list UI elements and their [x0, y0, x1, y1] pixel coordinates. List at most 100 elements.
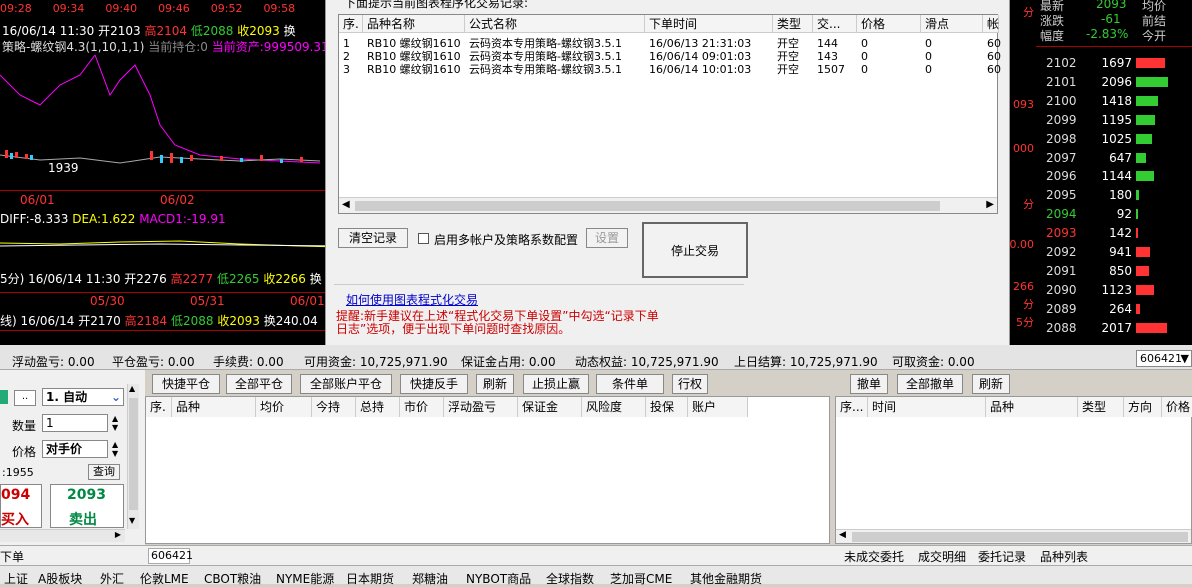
sell-button[interactable]: 2093 卖出 [50, 484, 124, 528]
market-tab[interactable]: A股板块 [38, 570, 82, 587]
tab-product-list[interactable]: 品种列表 [1040, 548, 1088, 565]
order-book-row[interactable]: 2088 2017 [1036, 319, 1192, 337]
tab-unfilled-orders[interactable]: 未成交委托 [844, 548, 904, 565]
column-header[interactable]: 投保 [646, 397, 688, 417]
column-header[interactable]: 账户 [688, 397, 748, 417]
pending-orders-grid[interactable]: ◀ 序... 时间 品种 类型 方向 价格 [835, 396, 1192, 544]
column-header[interactable]: 均价 [256, 397, 312, 417]
col-formula[interactable]: 公式名称 [465, 15, 645, 33]
order-book-row[interactable]: 2101 2096 [1036, 73, 1192, 91]
stop-trading-button[interactable]: 停止交易 [642, 222, 748, 278]
market-tab[interactable]: 伦敦LME [140, 570, 189, 587]
clear-records-button[interactable]: 清空记录 [338, 228, 408, 248]
column-header[interactable]: 浮动盈亏 [444, 397, 518, 417]
column-header[interactable]: 价格 [1162, 397, 1192, 417]
column-header[interactable]: 类型 [1078, 397, 1124, 417]
tab-order-entry[interactable]: 下单 [0, 548, 24, 565]
qty-input[interactable]: 1 [42, 414, 108, 432]
col-price[interactable]: 价格 [857, 15, 921, 33]
market-tab[interactable]: NYME能源 [276, 570, 334, 587]
exercise-button[interactable]: 行权 [672, 374, 708, 394]
trade-record-grid[interactable]: 序. 品种名称 公式名称 下单时间 类型 交... 价格 滑点 帐 1 RB10… [338, 14, 1001, 214]
cancel-all-button[interactable]: 全部撤单 [897, 374, 963, 394]
market-tab[interactable]: NYBOT商品 [466, 570, 531, 587]
horizontal-scrollbar[interactable]: ▶ [0, 529, 125, 542]
horizontal-scrollbar[interactable]: ◀ [836, 529, 1191, 543]
column-header[interactable]: 市价 [400, 397, 444, 417]
positions-grid[interactable]: 序. 品种 均价 今持 总持 市价 浮动盈亏 保证金 风险度 投保 账户 [145, 396, 830, 544]
column-header[interactable]: 序... [836, 397, 868, 417]
multi-account-checkbox[interactable] [418, 233, 429, 244]
market-tab[interactable]: 郑糖油 [412, 570, 448, 587]
market-tab[interactable]: 日本期货 [346, 570, 394, 587]
column-header[interactable]: 时间 [868, 397, 986, 417]
order-book-row[interactable]: 2090 1123 [1036, 281, 1192, 299]
market-tab[interactable]: 上证 [4, 570, 28, 587]
order-book-row[interactable]: 2092 941 [1036, 243, 1192, 261]
order-book-row[interactable]: 2089 264 [1036, 300, 1192, 318]
scroll-left-icon[interactable]: ◀ [839, 530, 846, 540]
account-select[interactable]: 606421 ▼ [1136, 350, 1192, 367]
tab-fills[interactable]: 成交明细 [918, 548, 966, 565]
qty-stepper[interactable]: ▲ ▼ [112, 414, 118, 432]
lock-icon[interactable] [0, 390, 8, 404]
mode-select[interactable]: 1. 自动 ⌄ [42, 388, 124, 406]
scroll-right-icon[interactable]: ▶ [115, 530, 121, 539]
column-header[interactable]: 方向 [1124, 397, 1162, 417]
col-qty[interactable]: 交... [813, 15, 857, 33]
conditional-order-button[interactable]: 条件单 [596, 374, 664, 394]
column-header[interactable]: 保证金 [518, 397, 582, 417]
price-stepper[interactable]: ▲ ▼ [112, 440, 118, 458]
col-seq[interactable]: 序. [339, 15, 363, 33]
horizontal-scrollbar[interactable]: ◀ ▶ [339, 197, 997, 213]
column-header[interactable]: 今持 [312, 397, 356, 417]
quick-close-button[interactable]: 快捷平仓 [152, 374, 220, 394]
market-tab[interactable]: CBOT粮油 [204, 570, 261, 587]
column-header[interactable]: 品种 [172, 397, 256, 417]
help-link[interactable]: 如何使用图表程式化交易 [346, 291, 478, 308]
quick-reverse-button[interactable]: 快捷反手 [400, 374, 468, 394]
tab-order-history[interactable]: 委托记录 [978, 548, 1026, 565]
column-header[interactable]: 总持 [356, 397, 400, 417]
scroll-down-icon[interactable]: ▼ [129, 516, 135, 525]
settings-button[interactable]: 设置 [586, 228, 628, 248]
col-account[interactable]: 帐 [983, 15, 999, 33]
order-book-row[interactable]: 2102 1697 [1036, 54, 1192, 72]
price-input[interactable]: 对手价 [42, 440, 108, 458]
order-book-row[interactable]: 2096 1144 [1036, 167, 1192, 185]
order-book-row[interactable]: 2099 1195 [1036, 111, 1192, 129]
vertical-scrollbar[interactable]: ▲ ▼ [127, 384, 139, 529]
buy-button[interactable]: 094 买入 [0, 484, 42, 528]
scroll-up-icon[interactable]: ▲ [129, 384, 135, 393]
refresh-orders-button[interactable]: 刷新 [972, 374, 1010, 394]
cancel-order-button[interactable]: 撤单 [850, 374, 888, 394]
market-tab[interactable]: 芝加哥CME [610, 570, 672, 587]
market-tab[interactable]: 全球指数 [546, 570, 594, 587]
scroll-right-icon[interactable]: ▶ [986, 199, 994, 210]
close-all-accounts-button[interactable]: 全部账户平仓 [300, 374, 392, 394]
column-header[interactable]: 序. [146, 397, 172, 417]
close-all-button[interactable]: 全部平仓 [226, 374, 292, 394]
col-slip[interactable]: 滑点 [921, 15, 983, 33]
order-book-row[interactable]: 2098 1025 [1036, 130, 1192, 148]
kline-chart-panel[interactable]: 09:28 09:34 09:40 09:46 09:52 09:58 16/0… [0, 0, 340, 345]
order-book-row[interactable]: 2097 647 [1036, 149, 1192, 167]
stop-loss-button[interactable]: 止损止赢 [523, 374, 589, 394]
account-tab[interactable]: 606421 [148, 548, 193, 564]
scroll-thumb[interactable] [129, 398, 138, 510]
scroll-thumb[interactable] [852, 532, 1188, 542]
column-header[interactable]: 品种 [986, 397, 1078, 417]
col-time[interactable]: 下单时间 [645, 15, 773, 33]
order-book-row[interactable]: 2100 1418 [1036, 92, 1192, 110]
refresh-button[interactable]: 刷新 [476, 374, 514, 394]
order-book-row[interactable]: 2093 142 [1036, 224, 1192, 242]
order-book-row[interactable]: 2094 92 [1036, 205, 1192, 223]
more-button[interactable]: .. [14, 390, 36, 406]
market-tab[interactable]: 其他金融期货 [690, 570, 762, 587]
query-button[interactable]: 查询 [88, 464, 120, 480]
scroll-left-icon[interactable]: ◀ [342, 199, 350, 210]
market-tab[interactable]: 外汇 [100, 570, 124, 587]
column-header[interactable]: 风险度 [582, 397, 646, 417]
order-book-row[interactable]: 2091 850 [1036, 262, 1192, 280]
col-type[interactable]: 类型 [773, 15, 813, 33]
